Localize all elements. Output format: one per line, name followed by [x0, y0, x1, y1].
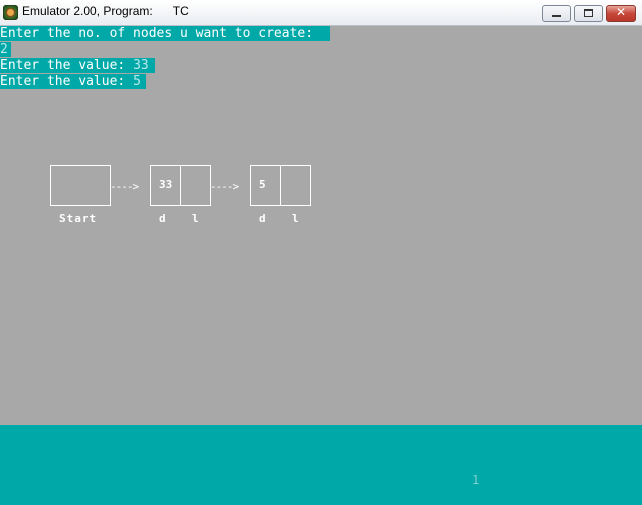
value-input-2: 5: [133, 74, 141, 89]
console-output[interactable]: Enter the no. of nodes u want to create:…: [0, 26, 642, 425]
list-node-1: 33: [150, 165, 211, 206]
maximize-icon: [584, 9, 593, 17]
window-title-text: Emulator 2.00, Program:: [22, 4, 153, 18]
start-pointer-box: [50, 165, 111, 206]
console-line-value-1: Enter the value: 33: [0, 58, 155, 73]
emulator-app-icon[interactable]: [3, 5, 18, 20]
node-2-value: 5: [259, 178, 266, 191]
close-button[interactable]: ✕: [606, 5, 636, 22]
window-title: Emulator 2.00, Program: TC: [22, 4, 189, 18]
node-1-value: 33: [159, 178, 173, 191]
status-bar: 1: [0, 425, 642, 505]
emulator-window: Emulator 2.00, Program: TC ✕ Enter the no…: [0, 0, 642, 505]
value-prompt-2: Enter the value:: [0, 74, 134, 89]
node-1-link-label: l: [192, 212, 200, 225]
node-1-divider: [180, 166, 181, 205]
nodes-count-value: 2: [0, 42, 8, 57]
title-bar[interactable]: Emulator 2.00, Program: TC ✕: [0, 0, 642, 26]
minimize-icon: [552, 15, 561, 17]
node-2-divider: [280, 166, 281, 205]
start-label: Start: [59, 212, 98, 225]
minimize-button[interactable]: [542, 5, 571, 22]
arrow-start-to-node1: ---->: [110, 180, 139, 193]
console-line-nodes-value: 2: [0, 42, 11, 57]
node-2-data-label: d: [259, 212, 267, 225]
program-name: TC: [172, 4, 189, 18]
close-icon: ✕: [615, 5, 627, 19]
value-prompt-1: Enter the value:: [0, 58, 134, 73]
list-node-2: 5: [250, 165, 311, 206]
console-line-nodes-prompt: Enter the no. of nodes u want to create:: [0, 26, 330, 41]
arrow-node1-to-node2: ---->: [210, 180, 239, 193]
value-input-1: 33: [133, 58, 149, 73]
node-1-data-label: d: [159, 212, 167, 225]
console-line-value-2: Enter the value: 5: [0, 74, 146, 89]
node-2-link-label: l: [292, 212, 300, 225]
maximize-button[interactable]: [574, 5, 603, 22]
page-number: 1: [472, 473, 480, 487]
